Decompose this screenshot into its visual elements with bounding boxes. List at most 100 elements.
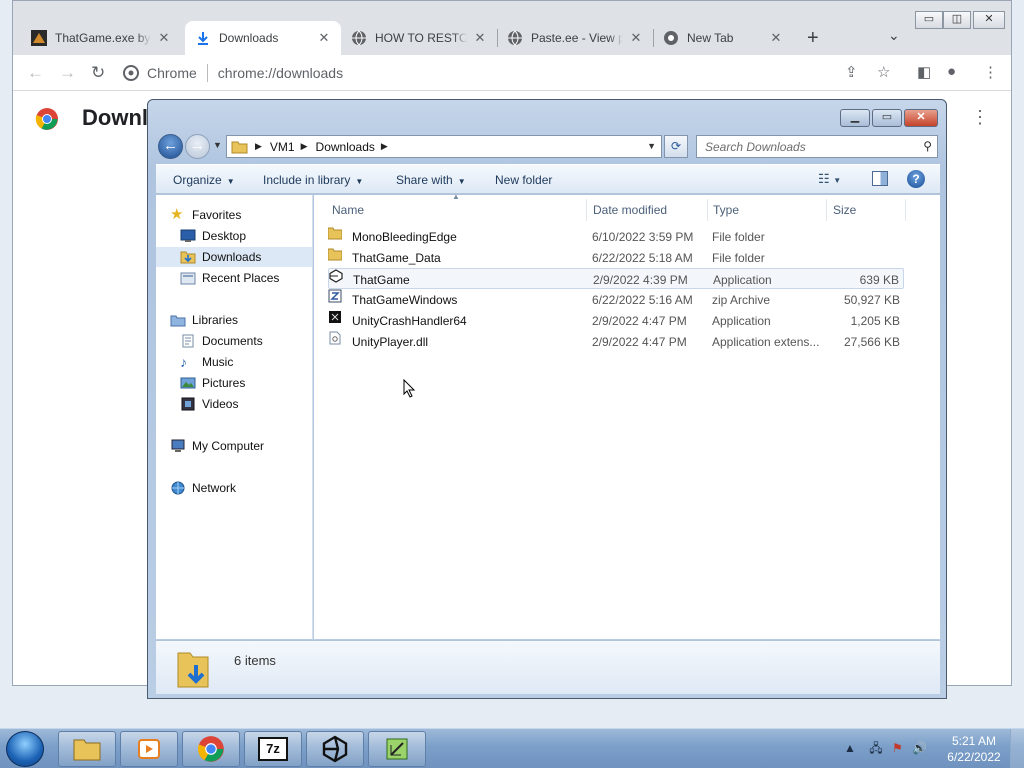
taskbar-unity[interactable] — [306, 731, 364, 767]
file-size: 1,205 KB — [850, 314, 900, 328]
star-icon: ★ — [170, 206, 184, 223]
close-icon[interactable]: ✕ — [629, 30, 643, 46]
close-icon[interactable]: ✕ — [157, 30, 171, 46]
breadcrumb-arrow-icon[interactable]: ▶ — [381, 141, 388, 152]
nav-recent-places[interactable]: Recent Places — [180, 268, 336, 288]
tab-thatgame[interactable]: ThatGame.exe by ✕ — [21, 21, 181, 55]
file-date: 6/22/2022 5:18 AM — [592, 251, 693, 265]
restore-button[interactable]: ◫ — [943, 11, 971, 29]
file-row[interactable]: MonoBleedingEdge 6/10/2022 3:59 PM File … — [327, 226, 904, 247]
network-status-icon[interactable]: 🖧 — [869, 741, 882, 755]
clock-time: 5:21 AM — [951, 734, 997, 748]
nav-network[interactable]: Network — [170, 478, 326, 498]
help-icon[interactable]: ? — [907, 170, 925, 188]
nav-pictures[interactable]: Pictures — [180, 373, 336, 393]
media-player-icon — [138, 739, 160, 759]
nav-videos[interactable]: Videos — [180, 394, 336, 414]
more-actions-icon[interactable]: ⋮ — [971, 107, 989, 128]
tab-downloads[interactable]: Downloads ✕ — [185, 21, 341, 55]
column-size[interactable]: Size — [833, 203, 856, 217]
show-desktop-button[interactable] — [1010, 729, 1024, 768]
refresh-button[interactable]: ⟳ — [664, 135, 688, 158]
back-button[interactable]: ← — [158, 134, 183, 159]
file-type: Application — [713, 273, 772, 287]
file-row[interactable]: ThatGameWindows 6/22/2022 5:16 AM zip Ar… — [328, 289, 904, 310]
file-row[interactable]: UnityPlayer.dll 2/9/2022 4:47 PM Applica… — [328, 331, 904, 352]
nav-label: Desktop — [202, 229, 247, 243]
volume-icon[interactable]: 🔊 — [912, 741, 927, 755]
address-bar[interactable]: ▶ VM1 ▶ Downloads ▶ ▼ — [226, 135, 662, 158]
file-size: 639 KB — [859, 273, 899, 287]
column-date-modified[interactable]: Date modified — [593, 203, 667, 217]
show-hidden-icons-icon[interactable]: ▲ — [844, 741, 856, 755]
file-row[interactable]: UnityCrashHandler64 2/9/2022 4:47 PM App… — [328, 310, 904, 331]
breadcrumb-vm1[interactable]: VM1 — [270, 140, 295, 154]
reload-icon[interactable]: ↻ — [91, 63, 105, 83]
file-name: ThatGame_Data — [352, 251, 441, 265]
explorer-minimize-button[interactable]: ▁ — [840, 109, 870, 127]
tab-search-chevron-icon[interactable]: ⌄ — [888, 27, 900, 44]
clock[interactable]: 5:21 AM 6/22/2022 — [944, 733, 1004, 765]
taskbar-chrome[interactable] — [182, 731, 240, 767]
column-name[interactable]: Name — [332, 203, 364, 217]
taskbar-explorer[interactable] — [58, 731, 116, 767]
change-view-icon[interactable]: ☷ ▼ — [818, 171, 841, 187]
nav-desktop[interactable]: Desktop — [180, 226, 336, 246]
taskbar-media-player[interactable] — [120, 731, 178, 767]
taskbar-editor[interactable] — [368, 731, 426, 767]
profile-avatar-icon[interactable]: ● — [947, 63, 956, 80]
taskbar-7zip[interactable]: 7z — [244, 731, 302, 767]
close-icon[interactable]: ✕ — [769, 30, 783, 46]
recent-pages-chevron-icon[interactable]: ▼ — [213, 140, 222, 150]
file-name: UnityCrashHandler64 — [352, 314, 467, 328]
back-arrow-icon[interactable]: ← — [27, 63, 44, 83]
unity-app-icon — [329, 269, 343, 283]
nav-documents[interactable]: Documents — [180, 331, 336, 351]
search-placeholder: Search Downloads — [705, 139, 806, 154]
tab-new-tab[interactable]: New Tab ✕ — [653, 21, 793, 55]
close-window-button[interactable]: ✕ — [973, 11, 1005, 29]
close-icon[interactable]: ✕ — [473, 30, 487, 46]
share-icon[interactable]: ⇪ — [845, 63, 858, 81]
tab-paste-ee[interactable]: Paste.ee - View p ✕ — [497, 21, 653, 55]
nav-downloads[interactable]: Downloads — [156, 247, 312, 267]
preview-pane-icon[interactable] — [872, 171, 888, 186]
explorer-maximize-button[interactable]: ▭ — [872, 109, 902, 127]
file-date: 6/22/2022 5:16 AM — [592, 293, 693, 307]
forward-button[interactable]: → — [185, 134, 210, 159]
file-row[interactable]: ThatGame_Data 6/22/2022 5:18 AM File fol… — [327, 247, 904, 268]
action-center-icon[interactable]: ⚑ — [892, 741, 903, 755]
nav-favorites[interactable]: ★ Favorites — [170, 205, 326, 225]
chrome-logo-icon — [35, 108, 58, 130]
start-button[interactable] — [6, 731, 44, 767]
explorer-close-button[interactable]: ✕ — [904, 109, 938, 127]
address-dropdown-icon[interactable]: ▼ — [647, 141, 656, 151]
omnibox[interactable]: Chrome chrome://downloads — [123, 60, 883, 86]
breadcrumb-arrow-icon[interactable]: ▶ — [255, 141, 262, 152]
downloads-folder-icon — [180, 251, 196, 264]
forward-arrow-icon[interactable]: → — [59, 63, 76, 83]
new-tab-button[interactable]: + — [807, 27, 819, 50]
nav-label: Downloads — [202, 250, 262, 264]
file-row[interactable]: ThatGame 2/9/2022 4:39 PM Application 63… — [328, 268, 904, 289]
include-in-library-button[interactable]: Include in library ▼ — [263, 173, 363, 187]
organize-button[interactable]: Organize ▼ — [173, 173, 235, 187]
nav-my-computer[interactable]: My Computer — [170, 436, 326, 456]
menu-kebab-icon[interactable]: ⋮ — [983, 63, 998, 81]
star-icon[interactable]: ☆ — [877, 63, 890, 81]
close-icon[interactable]: ✕ — [317, 30, 331, 46]
breadcrumb-downloads[interactable]: Downloads — [316, 140, 375, 154]
breadcrumb-arrow-icon[interactable]: ▶ — [301, 141, 308, 152]
nav-libraries[interactable]: Libraries — [170, 310, 326, 330]
column-type[interactable]: Type — [713, 203, 739, 217]
tab-how-to-restore[interactable]: HOW TO RESTOR ✕ — [341, 21, 497, 55]
share-with-button[interactable]: Share with ▼ — [396, 173, 466, 187]
tab-label: New Tab — [687, 31, 734, 45]
nav-music[interactable]: ♪ Music — [180, 352, 336, 372]
unity-icon — [322, 735, 348, 763]
side-panel-icon[interactable]: ◧ — [917, 63, 931, 81]
new-folder-button[interactable]: New folder — [495, 173, 552, 187]
minimize-button[interactable]: ▭ — [915, 11, 943, 29]
network-icon — [171, 481, 185, 495]
search-input[interactable]: Search Downloads ⚲ — [696, 135, 938, 158]
